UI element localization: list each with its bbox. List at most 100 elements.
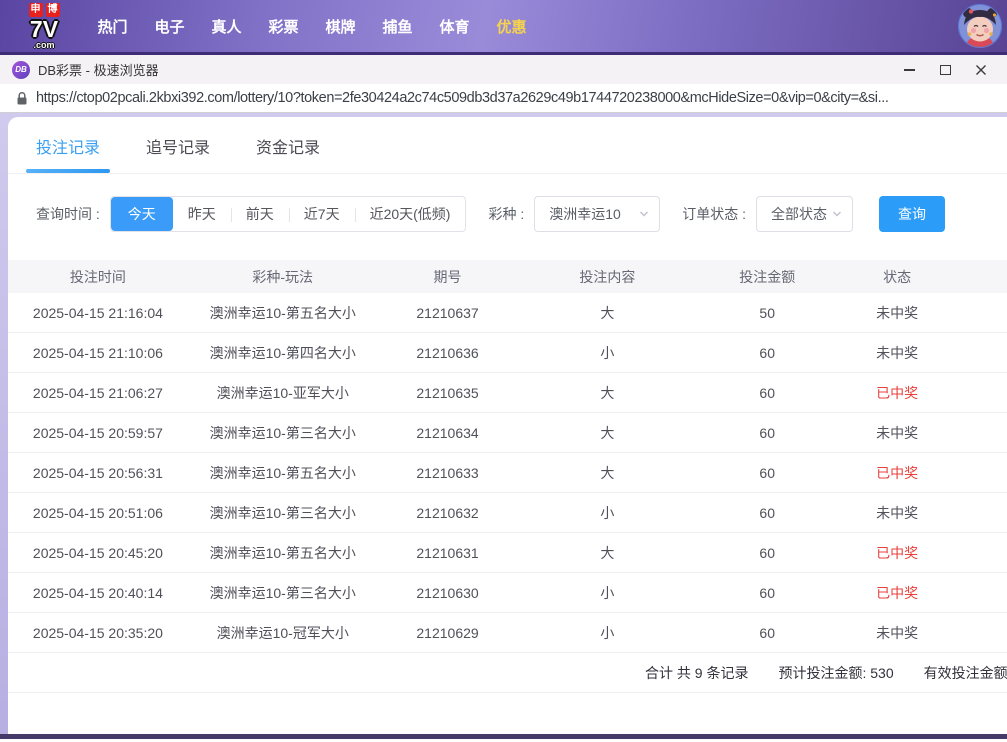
cell-bet-content: 大 [517,463,697,483]
cell-status: 已中奖 [837,583,957,603]
chevron-down-icon [831,208,843,220]
cell-bet-amount: 60 [697,545,837,561]
lottery-filter-label: 彩种 : [488,204,524,224]
cell-bet-time: 2025-04-15 21:16:04 [8,305,188,321]
cell-bet-content: 大 [517,543,697,563]
time-option[interactable]: 今天 [111,197,173,231]
cell-bet-time: 2025-04-15 20:40:14 [8,585,188,601]
cell-bet-time: 2025-04-15 20:51:06 [8,505,188,521]
nav-item-2[interactable]: 电子 [141,16,198,37]
window-controls [891,57,999,83]
cell-status: 已中奖 [837,543,957,563]
cell-bet-amount: 50 [697,305,837,321]
status-filter-label: 订单状态 : [682,204,746,224]
cell-bet-content: 小 [517,623,697,643]
table-row: 2025-04-15 21:10:06澳洲幸运10-第四名大小21210636小… [8,333,1007,373]
status-select[interactable]: 全部状态 [756,196,853,232]
url-text[interactable]: https://ctop02pcali.2kbxi392.com/lottery… [36,90,888,106]
minimize-button[interactable] [891,57,927,83]
cell-issue-number: 21210632 [378,505,518,521]
nav-item-8[interactable]: 优惠 [483,16,540,37]
cell-bet-amount: 60 [697,425,837,441]
nav-item-7[interactable]: 体育 [426,16,483,37]
logo-domain: .com [18,41,70,50]
content-card: 投注记录 追号记录 资金记录 查询时间 : 今天昨天前天近7天近20天(低频) 彩种… [8,117,1007,734]
nav-item-3[interactable]: 真人 [198,16,255,37]
column-header: 期号 [378,267,518,287]
nav-item-5[interactable]: 棋牌 [312,16,369,37]
window-title: DB彩票 - 极速浏览器 [38,60,159,79]
cell-issue-number: 21210636 [378,345,518,361]
nav-item-6[interactable]: 捕鱼 [369,16,426,37]
browser-urlbar[interactable]: https://ctop02pcali.2kbxi392.com/lottery… [0,84,1007,113]
cell-bet-amount: 60 [697,625,837,641]
column-header: 彩种-玩法 [188,267,378,287]
lock-icon [16,91,28,106]
cell-bet-content: 大 [517,423,697,443]
cell-status: 未中奖 [837,623,957,643]
avatar-image [957,3,1003,49]
cell-play-name: 澳洲幸运10-冠军大小 [188,623,378,643]
footer-valid-amount: 有效投注金额 [924,663,1007,683]
logo-badges: 申 博 [18,3,70,17]
table-header: 投注时间彩种-玩法期号投注内容投注金额状态 [8,260,1007,293]
cell-play-name: 澳洲幸运10-第五名大小 [188,543,378,563]
time-filter-label: 查询时间 : [36,204,100,224]
table-row: 2025-04-15 20:40:14澳洲幸运10-第三名大小21210630小… [8,573,1007,613]
footer-expected-amount: 预计投注金额: 530 [778,663,893,683]
record-tab[interactable]: 追号记录 [146,134,210,173]
cell-status: 未中奖 [837,303,957,323]
cell-bet-content: 大 [517,303,697,323]
column-header: 投注内容 [517,267,697,287]
time-option[interactable]: 近7天 [289,197,355,231]
cell-bet-amount: 60 [697,385,837,401]
time-option[interactable]: 近20天(低频) [355,197,466,231]
table-body: 2025-04-15 21:16:04澳洲幸运10-第五名大小21210637大… [8,293,1007,653]
cell-play-name: 澳洲幸运10-亚军大小 [188,383,378,403]
time-option[interactable]: 前天 [231,197,289,231]
table-row: 2025-04-15 21:06:27澳洲幸运10-亚军大小21210635大6… [8,373,1007,413]
cell-status: 未中奖 [837,503,957,523]
record-tabs: 投注记录 追号记录 资金记录 [8,117,1007,174]
cell-issue-number: 21210630 [378,585,518,601]
cell-issue-number: 21210634 [378,425,518,441]
filter-bar: 查询时间 : 今天昨天前天近7天近20天(低频) 彩种 : 澳洲幸运10 订单状… [36,196,1007,232]
cell-play-name: 澳洲幸运10-第三名大小 [188,583,378,603]
cell-status: 未中奖 [837,343,957,363]
table-footer: 合计 共 9 条记录 预计投注金额: 530 有效投注金额 [8,653,1007,693]
table-row: 2025-04-15 20:56:31澳洲幸运10-第五名大小21210633大… [8,453,1007,493]
time-option[interactable]: 昨天 [173,197,231,231]
record-tab[interactable]: 资金记录 [256,134,320,173]
lottery-select[interactable]: 澳洲幸运10 [534,196,660,232]
chevron-down-icon [638,208,650,220]
cell-status: 未中奖 [837,423,957,443]
cell-play-name: 澳洲幸运10-第三名大小 [188,423,378,443]
column-header: 投注时间 [8,267,188,287]
site-logo[interactable]: 申 博 7V .com [18,3,70,50]
main-menu: 热门电子真人彩票棋牌捕鱼体育优惠 [84,16,540,37]
search-button[interactable]: 查询 [879,196,945,232]
avatar[interactable] [957,3,1003,49]
nav-item-4[interactable]: 彩票 [255,16,312,37]
screen: 申 博 7V .com 热门电子真人彩票棋牌捕鱼体育优惠 [0,0,1007,742]
browser-app-icon: DB [12,61,30,79]
table-row: 2025-04-15 20:59:57澳洲幸运10-第三名大小21210634大… [8,413,1007,453]
cell-bet-time: 2025-04-15 20:45:20 [8,545,188,561]
logo-badge-right: 博 [46,3,60,17]
cell-bet-time: 2025-04-15 21:06:27 [8,385,188,401]
lottery-select-value: 澳洲幸运10 [549,204,621,224]
column-header: 投注金额 [697,267,837,287]
nav-item-1[interactable]: 热门 [84,16,141,37]
maximize-icon [940,65,951,75]
logo-badge-left: 申 [29,3,43,17]
minimize-icon [904,69,915,71]
record-tab[interactable]: 投注记录 [36,134,100,173]
maximize-button[interactable] [927,57,963,83]
status-select-value: 全部状态 [771,204,827,224]
table-row: 2025-04-15 20:45:20澳洲幸运10-第五名大小21210631大… [8,533,1007,573]
close-button[interactable] [963,57,999,83]
cell-issue-number: 21210629 [378,625,518,641]
footer-total-records: 合计 共 9 条记录 [645,663,748,683]
cell-issue-number: 21210635 [378,385,518,401]
cell-bet-content: 小 [517,583,697,603]
